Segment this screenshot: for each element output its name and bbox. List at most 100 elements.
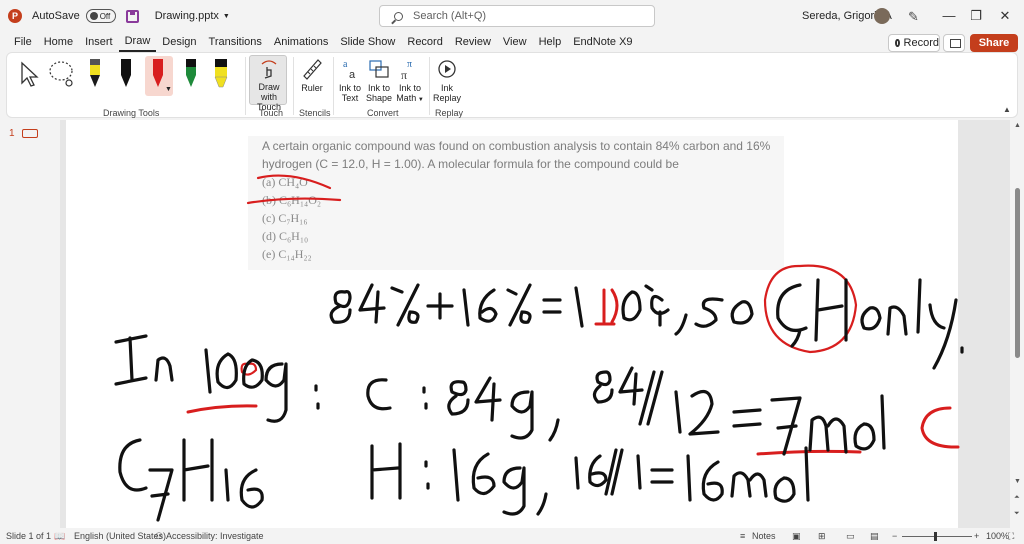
tab-help[interactable]: Help: [533, 32, 568, 52]
search-input[interactable]: Search (Alt+Q): [379, 5, 655, 27]
collapse-ribbon-icon[interactable]: ▲: [1003, 105, 1011, 114]
pen-black-icon[interactable]: [87, 57, 103, 93]
scroll-down-icon[interactable]: ▼: [1014, 478, 1021, 485]
ribbon: ▼ Drawing Tools Draw with Touch Touch Ru…: [6, 52, 1018, 118]
slide-thumbnail[interactable]: [22, 129, 38, 138]
pen-dark-icon[interactable]: [118, 57, 134, 93]
group-label-convert: Convert: [367, 108, 399, 118]
ink-to-text-label-1: Ink to: [338, 83, 361, 93]
accessibility-status[interactable]: Accessibility: Investigate: [166, 531, 264, 541]
next-slide-icon[interactable]: ⏷: [1014, 510, 1020, 518]
ruler-icon: [303, 59, 322, 80]
avatar[interactable]: [874, 8, 890, 24]
comments-button[interactable]: [943, 34, 965, 52]
tab-draw[interactable]: Draw: [118, 32, 157, 52]
reading-view-icon[interactable]: ▭: [846, 531, 855, 542]
ink-to-math-label-2: Math ▼: [396, 93, 424, 103]
highlighter-yellow-icon[interactable]: [211, 57, 231, 93]
notes-icon[interactable]: ≡: [740, 531, 745, 541]
tab-home[interactable]: Home: [38, 32, 79, 52]
group-label-replay: Replay: [435, 108, 464, 118]
divider: [245, 57, 246, 115]
ink-to-shape-button[interactable]: Ink to Shape: [365, 55, 393, 105]
zoom-slider-thumb[interactable]: [934, 532, 937, 541]
tab-endnote[interactable]: EndNote X9: [567, 32, 638, 52]
option-a: (a) CH₄O: [262, 175, 308, 189]
normal-view-icon[interactable]: ▣: [792, 531, 801, 542]
powerpoint-logo-icon: P: [8, 9, 22, 23]
zoom-in-icon[interactable]: +: [974, 531, 979, 541]
pen-green-icon[interactable]: [183, 57, 199, 93]
autosave-toggle[interactable]: Off: [85, 9, 116, 23]
divider: [293, 57, 294, 115]
previous-slide-icon[interactable]: ⏶: [1014, 494, 1020, 502]
minimize-icon[interactable]: —: [942, 8, 956, 23]
ruler-button[interactable]: Ruler: [297, 55, 327, 105]
tab-slide-show[interactable]: Slide Show: [334, 32, 401, 52]
lasso-select-icon[interactable]: [47, 59, 77, 89]
record-button[interactable]: Record: [888, 34, 940, 52]
tab-view[interactable]: View: [497, 32, 533, 52]
menu-bar: File Home Insert Draw Design Transitions…: [0, 32, 1024, 52]
svg-text:a: a: [349, 69, 356, 81]
tab-review[interactable]: Review: [449, 32, 497, 52]
share-button[interactable]: Share: [970, 34, 1018, 52]
autosave-state: Off: [99, 11, 111, 21]
ink-to-shape-icon: [369, 60, 389, 78]
touch-draw-icon: [261, 60, 277, 79]
vertical-scrollbar[interactable]: ▲ ▼ ⏶ ⏷: [1012, 120, 1024, 528]
slideshow-icon[interactable]: ▤: [870, 531, 879, 542]
zoom-level[interactable]: 100%: [986, 531, 1009, 541]
tab-insert[interactable]: Insert: [79, 32, 119, 52]
ink-replay-button[interactable]: Ink Replay: [433, 55, 461, 105]
chevron-down-icon[interactable]: ▼: [223, 13, 230, 20]
divider: [429, 57, 430, 115]
chevron-down-icon[interactable]: ▼: [416, 97, 424, 103]
spellcheck-icon[interactable]: 📖: [54, 531, 65, 542]
slide-sorter-icon[interactable]: ⊞: [818, 531, 826, 542]
close-icon[interactable]: ✕: [998, 8, 1012, 24]
zoom-out-icon[interactable]: −: [892, 531, 897, 541]
ink-replay-label-2: Replay: [433, 93, 462, 103]
draw-with-touch-button[interactable]: Draw with Touch: [249, 55, 287, 112]
question-line-2: hydrogen (C = 12.0, H = 1.00). A molecul…: [262, 157, 679, 171]
search-placeholder: Search (Alt+Q): [413, 10, 487, 22]
save-icon[interactable]: [125, 9, 139, 23]
pen-icon[interactable]: ✎: [908, 9, 919, 25]
zoom-slider[interactable]: [902, 536, 972, 537]
group-label-drawing-tools: Drawing Tools: [103, 108, 160, 118]
pen-red-selected[interactable]: ▼: [145, 56, 173, 96]
tab-design[interactable]: Design: [156, 32, 202, 52]
tab-transitions[interactable]: Transitions: [203, 32, 268, 52]
status-bar: Slide 1 of 1 📖 English (United States) ⚇…: [0, 528, 1024, 544]
language[interactable]: English (United States): [74, 531, 166, 541]
record-label: Record: [903, 37, 939, 49]
tab-record[interactable]: Record: [401, 32, 448, 52]
scrollbar-thumb[interactable]: [1015, 188, 1020, 358]
notes-button[interactable]: Notes: [752, 531, 776, 541]
toggle-knob: [89, 12, 98, 20]
chevron-down-icon[interactable]: ▼: [165, 86, 172, 93]
ruler-label: Ruler: [301, 83, 323, 93]
pen-red-icon: [153, 59, 163, 87]
option-c: (c) C₇H₁₆: [262, 211, 308, 225]
ink-to-text-button[interactable]: a a Ink to Text: [337, 55, 363, 105]
tab-file[interactable]: File: [8, 32, 38, 52]
select-arrow-icon[interactable]: [19, 61, 39, 87]
record-icon: [895, 39, 900, 47]
slide-thumbnail-pane: [0, 120, 60, 528]
option-e: (e) C₁₄H₂₂: [262, 247, 312, 261]
fit-to-window-icon[interactable]: ⛶: [1008, 531, 1014, 542]
ink-to-shape-label-1: Ink to: [367, 83, 390, 93]
maximize-icon[interactable]: ❐: [969, 8, 983, 24]
ink-to-text-icon: a a: [343, 59, 356, 81]
option-b: (b) C₆H₁₄O₂: [262, 193, 322, 207]
svg-text:a: a: [343, 59, 348, 70]
ink-to-math-button[interactable]: π π Ink to Math ▼: [395, 55, 425, 105]
document-name[interactable]: Drawing.pptx: [155, 10, 219, 22]
tab-animations[interactable]: Animations: [268, 32, 334, 52]
scroll-up-icon[interactable]: ▲: [1014, 122, 1021, 129]
accessibility-icon[interactable]: ⚇: [155, 531, 163, 542]
svg-text:π: π: [407, 59, 412, 70]
slide-number: 1: [9, 128, 15, 139]
